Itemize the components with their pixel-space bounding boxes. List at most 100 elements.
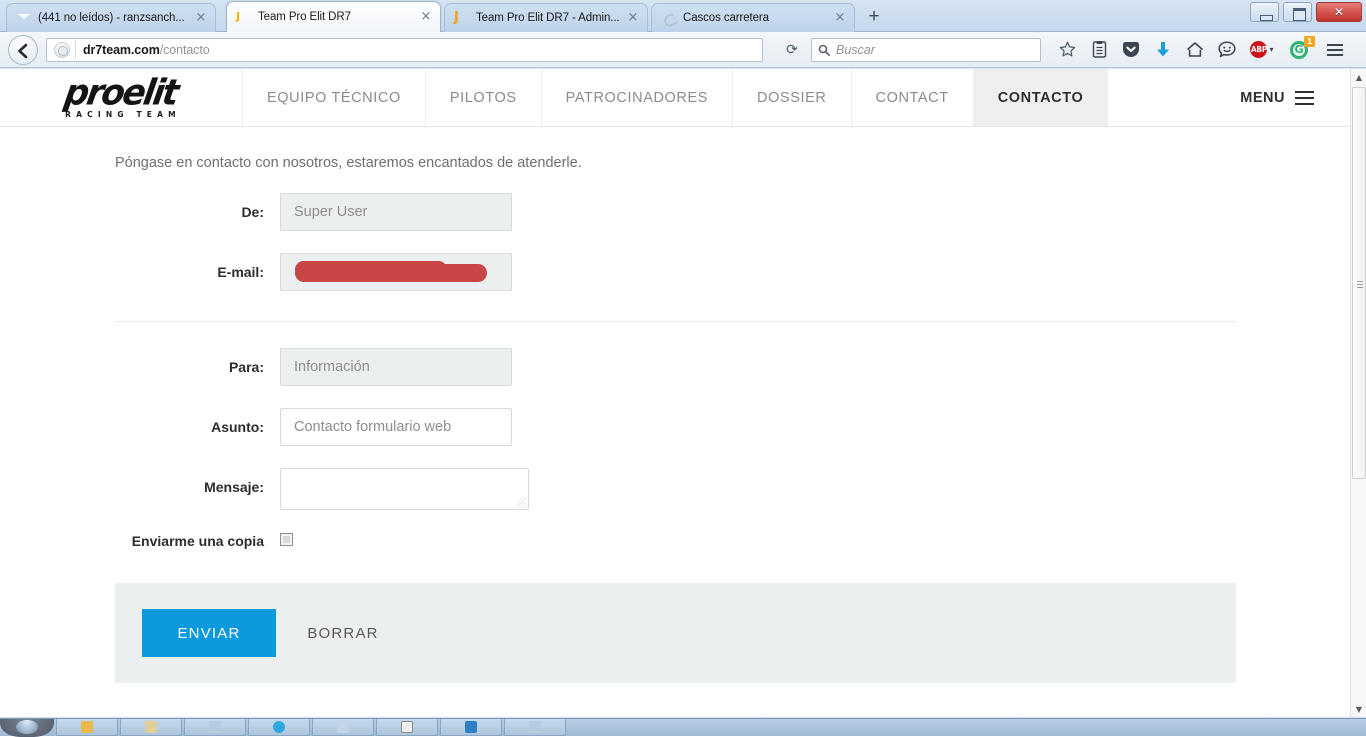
taskbar-item[interactable] <box>56 719 118 736</box>
reading-list-icon[interactable] <box>1085 36 1113 64</box>
nav-item-contacto[interactable]: CONTACTO <box>974 69 1109 126</box>
url-text: dr7team.com/contacto <box>83 43 210 57</box>
page-viewport: proelit RACING TEAM EQUIPO TÉCNICO PILOT… <box>0 69 1366 717</box>
generic-site-icon <box>661 10 677 26</box>
bookmark-star-icon[interactable] <box>1053 36 1081 64</box>
joomla-light-icon <box>454 10 470 26</box>
nav-item-contact[interactable]: CONTACT <box>852 69 974 126</box>
search-input[interactable]: Buscar <box>811 38 1041 62</box>
minimize-icon[interactable] <box>1250 2 1279 22</box>
app-icon <box>337 721 349 733</box>
search-icon <box>818 44 830 56</box>
taskbar-item[interactable] <box>312 719 374 736</box>
close-icon[interactable] <box>1316 2 1362 22</box>
browser-tab-2[interactable]: Team Pro Elit DR7 × <box>226 1 441 32</box>
nav-item-equipo-tecnico[interactable]: EQUIPO TÉCNICO <box>243 69 426 126</box>
back-arrow-icon[interactable] <box>8 35 38 65</box>
browser-window: (441 no leídos) - ranzsanch... × Team Pr… <box>0 0 1366 736</box>
scroll-up-arrow-icon[interactable]: ▲ <box>1351 69 1366 85</box>
start-button[interactable] <box>0 719 54 737</box>
send-copy-label: Enviarme una copia <box>115 532 280 549</box>
taskbar-item[interactable] <box>184 719 246 736</box>
ghostery-letter: G <box>1294 43 1303 56</box>
browser-tab-4[interactable]: Cascos carretera × <box>651 3 855 32</box>
pocket-icon[interactable] <box>1117 36 1145 64</box>
joomla-dark-icon <box>236 9 252 25</box>
email-field[interactable] <box>280 253 512 291</box>
form-button-bar: ENVIAR BORRAR <box>115 583 1236 683</box>
browser-tab-1[interactable]: (441 no leídos) - ranzsanch... × <box>6 3 216 32</box>
subject-field[interactable]: Contacto formulario web <box>280 408 512 446</box>
taskbar-item[interactable] <box>376 719 438 736</box>
web-page: proelit RACING TEAM EQUIPO TÉCNICO PILOT… <box>0 69 1350 683</box>
app-icon <box>529 721 541 733</box>
close-icon[interactable]: × <box>832 10 848 26</box>
reload-icon[interactable]: ⟳ <box>779 38 805 62</box>
message-textarea[interactable] <box>280 468 529 510</box>
app-icon <box>401 721 413 733</box>
hamburger-menu-icon <box>1295 87 1314 109</box>
ghostery-count-badge: 1 <box>1304 36 1315 47</box>
site-logo[interactable]: proelit RACING TEAM <box>0 69 243 126</box>
url-domain: dr7team.com <box>83 43 160 57</box>
form-row-to: Para: Información <box>115 348 1350 386</box>
scrollbar-grip <box>1357 279 1363 290</box>
tab-title: Team Pro Elit DR7 <box>258 11 413 23</box>
mail-icon <box>16 10 32 26</box>
taskbar-item[interactable] <box>248 719 310 736</box>
nav-item-dossier[interactable]: DOSSIER <box>733 69 851 126</box>
email-label: E-mail: <box>115 253 280 280</box>
send-button[interactable]: ENVIAR <box>142 609 276 657</box>
divider <box>75 41 76 58</box>
url-path: /contacto <box>160 43 210 57</box>
site-header: proelit RACING TEAM EQUIPO TÉCNICO PILOT… <box>0 69 1350 127</box>
tab-title: Team Pro Elit DR7 - Admin... <box>476 12 620 24</box>
address-bar[interactable]: dr7team.com/contacto <box>46 38 763 62</box>
app-icon <box>209 721 221 733</box>
nav-item-pilotos[interactable]: PILOTOS <box>426 69 542 126</box>
main-navigation: EQUIPO TÉCNICO PILOTOS PATROCINADORES DO… <box>243 69 1350 126</box>
app-icon <box>273 721 285 733</box>
adblock-plus-button[interactable]: ABP ▾ <box>1245 36 1279 64</box>
form-divider <box>115 321 1236 322</box>
site-identity-icon[interactable] <box>54 42 70 58</box>
nav-item-patrocinadores[interactable]: PATROCINADORES <box>542 69 733 126</box>
restore-icon[interactable] <box>1283 2 1312 22</box>
ghostery-button[interactable]: G 1 <box>1283 36 1315 64</box>
menu-toggle-button[interactable]: MENU <box>1220 69 1350 126</box>
contact-form: Póngase en contacto con nosotros, estare… <box>0 127 1350 683</box>
scroll-down-arrow-icon[interactable]: ▼ <box>1351 701 1366 717</box>
resize-handle[interactable] <box>517 499 526 508</box>
taskbar-item[interactable] <box>440 719 502 736</box>
windows-taskbar <box>0 718 1366 736</box>
search-placeholder: Buscar <box>836 43 875 57</box>
close-icon[interactable]: × <box>625 10 641 26</box>
new-tab-button[interactable]: + <box>862 6 886 29</box>
hamburger-menu-icon[interactable] <box>1321 36 1349 64</box>
clear-button[interactable]: BORRAR <box>276 609 410 657</box>
browser-tab-3[interactable]: Team Pro Elit DR7 - Admin... × <box>444 3 648 32</box>
taskbar-item[interactable] <box>504 719 566 736</box>
downloads-icon[interactable] <box>1149 36 1177 64</box>
send-copy-checkbox[interactable] <box>280 533 293 546</box>
window-controls <box>1250 2 1362 22</box>
from-field[interactable]: Super User <box>280 193 512 231</box>
chevron-down-icon[interactable]: ▾ <box>1269 45 1273 54</box>
close-icon[interactable]: × <box>193 10 209 26</box>
vertical-scrollbar[interactable]: ▲ ▼ <box>1350 69 1366 717</box>
subject-label: Asunto: <box>115 408 280 435</box>
tab-strip: (441 no leídos) - ranzsanch... × Team Pr… <box>0 0 1366 32</box>
form-row-message: Mensaje: <box>115 468 1350 510</box>
hello-icon[interactable] <box>1213 36 1241 64</box>
browser-toolbar: dr7team.com/contacto ⟳ Buscar <box>0 32 1366 68</box>
app-icon <box>81 721 93 733</box>
to-field[interactable]: Información <box>280 348 512 386</box>
taskbar-item[interactable] <box>120 719 182 736</box>
form-row-subject: Asunto: Contacto formulario web <box>115 408 1350 446</box>
close-icon[interactable]: × <box>418 9 434 25</box>
adblock-badge: ABP <box>1250 41 1267 58</box>
tab-title: (441 no leídos) - ranzsanch... <box>38 12 188 24</box>
scrollbar-thumb[interactable] <box>1352 87 1366 479</box>
home-icon[interactable] <box>1181 36 1209 64</box>
app-icon <box>145 721 157 733</box>
